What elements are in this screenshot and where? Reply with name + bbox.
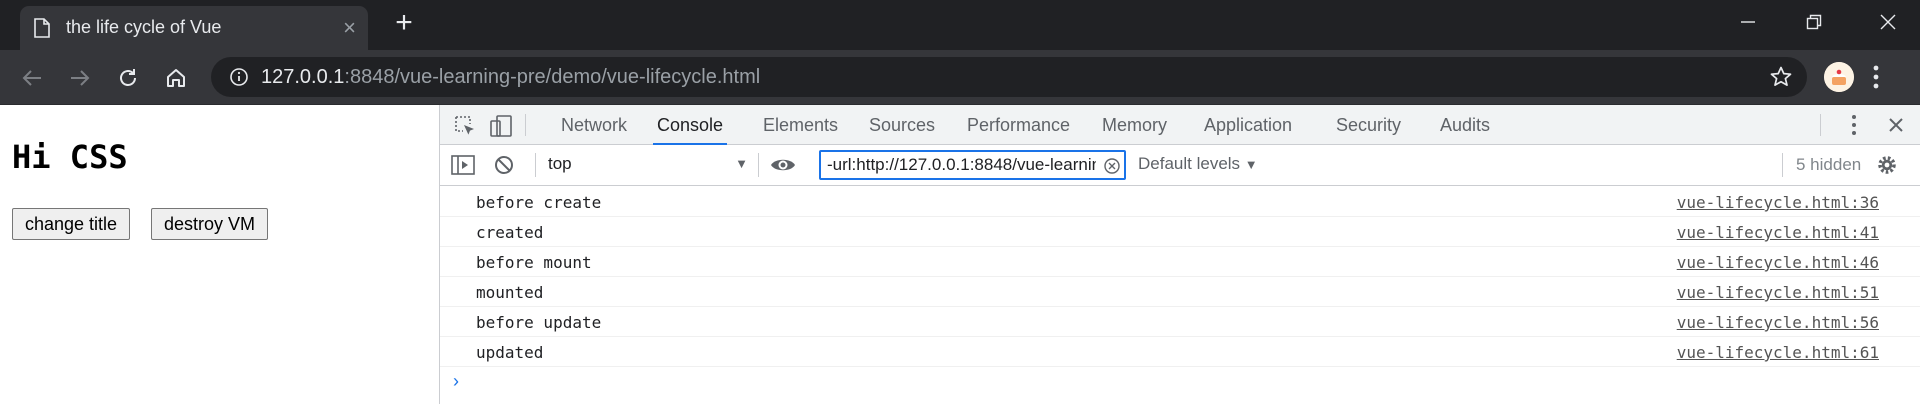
- tab-close-icon[interactable]: ×: [343, 15, 356, 41]
- console-message: before update vue-lifecycle.html:56: [440, 307, 1920, 337]
- tab-title: the life cycle of Vue: [66, 17, 222, 37]
- tab-strip: the life cycle of Vue × +: [0, 0, 1920, 50]
- devtools-menu-icon[interactable]: [1850, 114, 1858, 141]
- back-icon[interactable]: [15, 61, 49, 95]
- toolbar-divider: [758, 153, 759, 177]
- console-message: before mount vue-lifecycle.html:46: [440, 247, 1920, 277]
- toolbar-divider: [1782, 153, 1783, 177]
- tab-performance[interactable]: Performance: [967, 105, 1070, 145]
- tab-sources[interactable]: Sources: [869, 105, 935, 145]
- browser-toolbar: 127.0.0.1:8848/vue-learning-pre/demo/vue…: [0, 50, 1920, 105]
- message-text: before update: [476, 313, 602, 332]
- forward-icon[interactable]: [63, 61, 97, 95]
- device-toolbar-icon[interactable]: [490, 115, 514, 142]
- message-text: before mount: [476, 253, 592, 272]
- console-message: mounted vue-lifecycle.html:51: [440, 277, 1920, 307]
- tab-audits[interactable]: Audits: [1440, 105, 1490, 145]
- prompt-chevron-icon: ›: [453, 371, 459, 391]
- console-prompt[interactable]: ›: [440, 367, 1920, 397]
- message-text: created: [476, 223, 544, 242]
- browser-tab[interactable]: the life cycle of Vue ×: [20, 6, 368, 50]
- toolbar-divider: [1820, 114, 1821, 136]
- message-source-link[interactable]: vue-lifecycle.html:41: [1677, 223, 1879, 242]
- new-tab-button[interactable]: +: [386, 8, 422, 41]
- url-path: :8848/vue-learning-pre/demo/vue-lifecycl…: [344, 66, 761, 88]
- address-bar[interactable]: 127.0.0.1:8848/vue-learning-pre/demo/vue…: [211, 57, 1807, 97]
- log-levels-label: Default levels: [1138, 154, 1241, 173]
- reload-icon[interactable]: [111, 61, 145, 95]
- message-source-link[interactable]: vue-lifecycle.html:61: [1677, 343, 1879, 362]
- message-text: updated: [476, 343, 544, 362]
- devtools-tab-bar: Network Console Elements Sources Perform…: [440, 105, 1920, 145]
- context-value: top: [548, 154, 572, 173]
- minimize-icon[interactable]: [1720, 0, 1776, 44]
- console-toolbar: top ▼ Default levels ▼ 5 hidden: [440, 145, 1920, 186]
- console-settings-gear-icon[interactable]: [1875, 153, 1899, 182]
- log-levels-dropdown[interactable]: Default levels ▼: [1138, 154, 1258, 174]
- message-source-link[interactable]: vue-lifecycle.html:56: [1677, 313, 1879, 332]
- tab-application[interactable]: Application: [1204, 105, 1292, 145]
- tab-network[interactable]: Network: [561, 105, 627, 145]
- window-close-icon[interactable]: [1860, 0, 1916, 44]
- clear-filter-icon[interactable]: [1104, 158, 1120, 179]
- bookmark-star-icon[interactable]: [1769, 65, 1793, 94]
- devtools-close-icon[interactable]: [1888, 117, 1904, 138]
- inspect-element-icon[interactable]: [454, 115, 476, 142]
- toolbar-divider: [535, 153, 536, 177]
- tab-security[interactable]: Security: [1336, 105, 1401, 145]
- page-icon: [34, 18, 50, 43]
- url-text: 127.0.0.1:8848/vue-learning-pre/demo/vue…: [261, 66, 760, 89]
- destroy-vm-button[interactable]: destroy VM: [151, 208, 269, 240]
- console-messages: before create vue-lifecycle.html:36 crea…: [440, 187, 1920, 397]
- console-message: updated vue-lifecycle.html:61: [440, 337, 1920, 367]
- message-text: before create: [476, 193, 602, 212]
- page-viewport: Hi CSS change title destroy VM: [0, 105, 439, 404]
- devtools-panel: Network Console Elements Sources Perform…: [439, 105, 1920, 404]
- restore-icon[interactable]: [1786, 0, 1842, 44]
- url-host: 127.0.0.1: [261, 66, 345, 88]
- tab-memory[interactable]: Memory: [1102, 105, 1167, 145]
- console-message: before create vue-lifecycle.html:36: [440, 187, 1920, 217]
- more-menu-icon[interactable]: [1872, 64, 1880, 95]
- message-source-link[interactable]: vue-lifecycle.html:36: [1677, 193, 1879, 212]
- message-source-link[interactable]: vue-lifecycle.html:46: [1677, 253, 1879, 272]
- hidden-messages-count: 5 hidden: [1796, 155, 1862, 174]
- toolbar-divider: [525, 114, 526, 136]
- sidebar-toggle-icon[interactable]: [451, 155, 475, 180]
- page-heading: Hi CSS: [12, 138, 128, 176]
- tab-console[interactable]: Console: [653, 105, 728, 145]
- console-filter-input[interactable]: [819, 150, 1126, 180]
- console-message: created vue-lifecycle.html:41: [440, 217, 1920, 247]
- dropdown-arrow-icon: ▼: [735, 156, 748, 171]
- clear-console-icon[interactable]: [494, 155, 514, 180]
- live-expression-eye-icon[interactable]: [770, 155, 796, 180]
- info-icon[interactable]: [229, 67, 249, 92]
- change-title-button[interactable]: change title: [12, 208, 131, 240]
- profile-avatar[interactable]: [1824, 62, 1854, 92]
- message-source-link[interactable]: vue-lifecycle.html:51: [1677, 283, 1879, 302]
- home-icon[interactable]: [159, 61, 193, 95]
- execution-context-select[interactable]: top ▼: [548, 154, 748, 174]
- dropdown-arrow-icon: ▼: [1244, 157, 1258, 172]
- tab-elements[interactable]: Elements: [763, 105, 838, 145]
- message-text: mounted: [476, 283, 544, 302]
